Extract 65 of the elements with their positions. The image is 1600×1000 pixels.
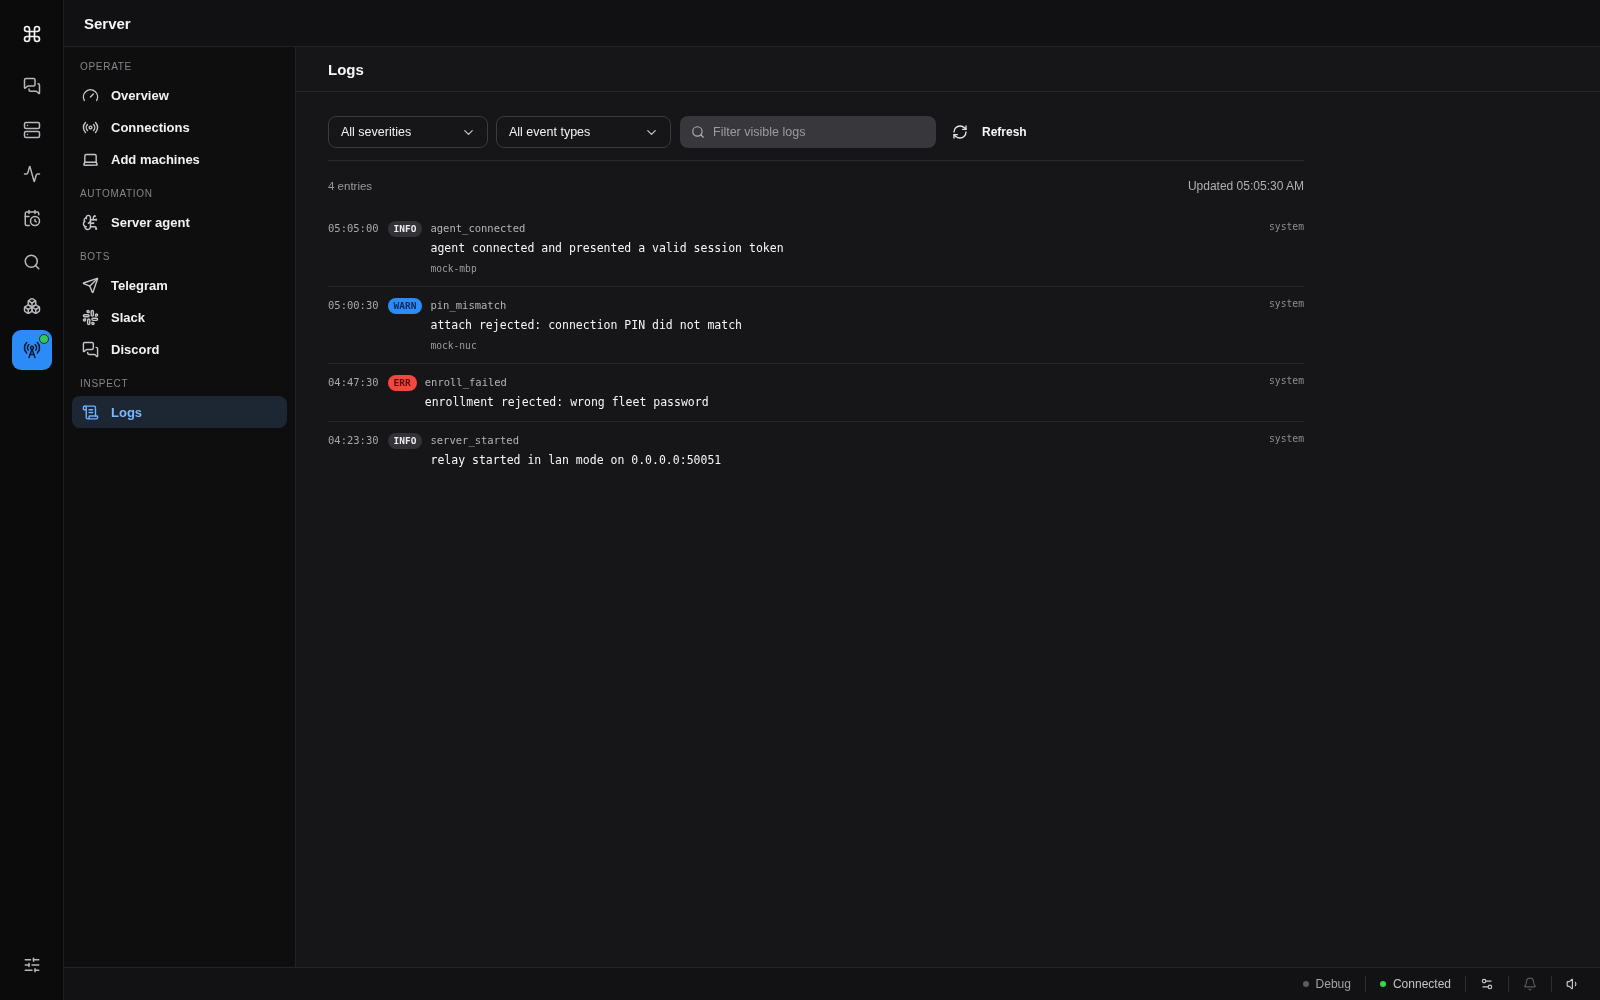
search-icon — [691, 125, 705, 139]
event-name: pin_mismatch — [430, 298, 507, 313]
log-message: agent connected and presented a valid session token — [430, 240, 784, 257]
log-source: system — [1269, 297, 1304, 311]
slack-icon — [82, 308, 99, 326]
log-time: 05:05:00 — [328, 221, 379, 236]
sliders-icon — [22, 956, 41, 974]
search-icon — [22, 253, 41, 271]
log-time: 04:23:30 — [328, 433, 379, 448]
log-time: 05:00:30 — [328, 298, 379, 313]
nav-item[interactable]: Slack — [72, 301, 287, 333]
host-name: mock-nuc — [430, 339, 477, 353]
host-name: mock-mbp — [430, 262, 477, 276]
calendar-clock-icon — [22, 209, 41, 227]
bell-icon — [1523, 977, 1537, 991]
event-name: server_started — [430, 433, 519, 448]
refresh-icon — [952, 124, 968, 140]
page-title: Logs — [328, 60, 364, 78]
severity-badge: ERR — [387, 375, 417, 391]
event-type-dropdown[interactable]: All event types — [496, 116, 671, 148]
chat-icon — [82, 340, 99, 358]
search-field[interactable]: Filter visible logs — [680, 116, 936, 148]
severity-dropdown[interactable]: All severities — [328, 116, 488, 148]
log-time: 04:47:30 — [328, 375, 379, 390]
section-label: INSPECT — [79, 377, 129, 391]
send-icon — [82, 276, 99, 294]
scroll-icon — [82, 403, 99, 421]
nav-item[interactable]: Server agent — [72, 206, 287, 238]
log-source: system — [1269, 432, 1304, 446]
brain-icon — [82, 213, 99, 231]
sliders-icon — [1480, 977, 1494, 991]
server-icon — [22, 121, 41, 139]
nav-item[interactable]: Discord — [72, 333, 287, 365]
gauge-icon — [82, 86, 99, 104]
section-label: OPERATE — [79, 60, 132, 74]
log-source: system — [1269, 374, 1304, 388]
status-label: Connected — [1392, 977, 1451, 991]
event-name: agent_connected — [430, 221, 526, 236]
section-label: BOTS — [79, 250, 111, 264]
activity-icon — [22, 165, 41, 183]
section-label: AUTOMATION — [79, 187, 153, 201]
event-name: enroll_failed — [424, 375, 507, 390]
updated-time: Updated 05:05:30 AM — [1187, 178, 1304, 194]
app-title: Server — [84, 14, 131, 32]
chat-icon — [22, 77, 41, 95]
rail-button[interactable] — [11, 330, 52, 370]
nav-item[interactable]: Logs — [72, 396, 287, 428]
nav-item[interactable]: Add machines — [72, 143, 287, 175]
status-label: Debug — [1315, 977, 1351, 991]
log-message: attach rejected: connection PIN did not match — [430, 317, 743, 334]
refresh-button[interactable]: Refresh — [944, 116, 1035, 148]
nav-item[interactable]: Telegram — [72, 269, 287, 301]
settings-button[interactable] — [1480, 977, 1494, 991]
severity-badge: INFO — [387, 433, 423, 449]
log-message: relay started in lan mode on 0.0.0.0:50051 — [430, 452, 722, 469]
log-source: system — [1269, 220, 1304, 234]
command-icon — [21, 24, 42, 44]
severity-badge: INFO — [387, 221, 423, 237]
nav-item[interactable]: Overview — [72, 79, 287, 111]
nav-item[interactable]: Connections — [72, 111, 287, 143]
boxes-icon — [22, 297, 41, 315]
severity-badge: WARN — [387, 298, 423, 314]
radio-tower-icon — [22, 341, 41, 359]
entry-count: 4 entries — [328, 179, 373, 194]
log-message: enrollment rejected: wrong fleet password — [424, 394, 709, 411]
